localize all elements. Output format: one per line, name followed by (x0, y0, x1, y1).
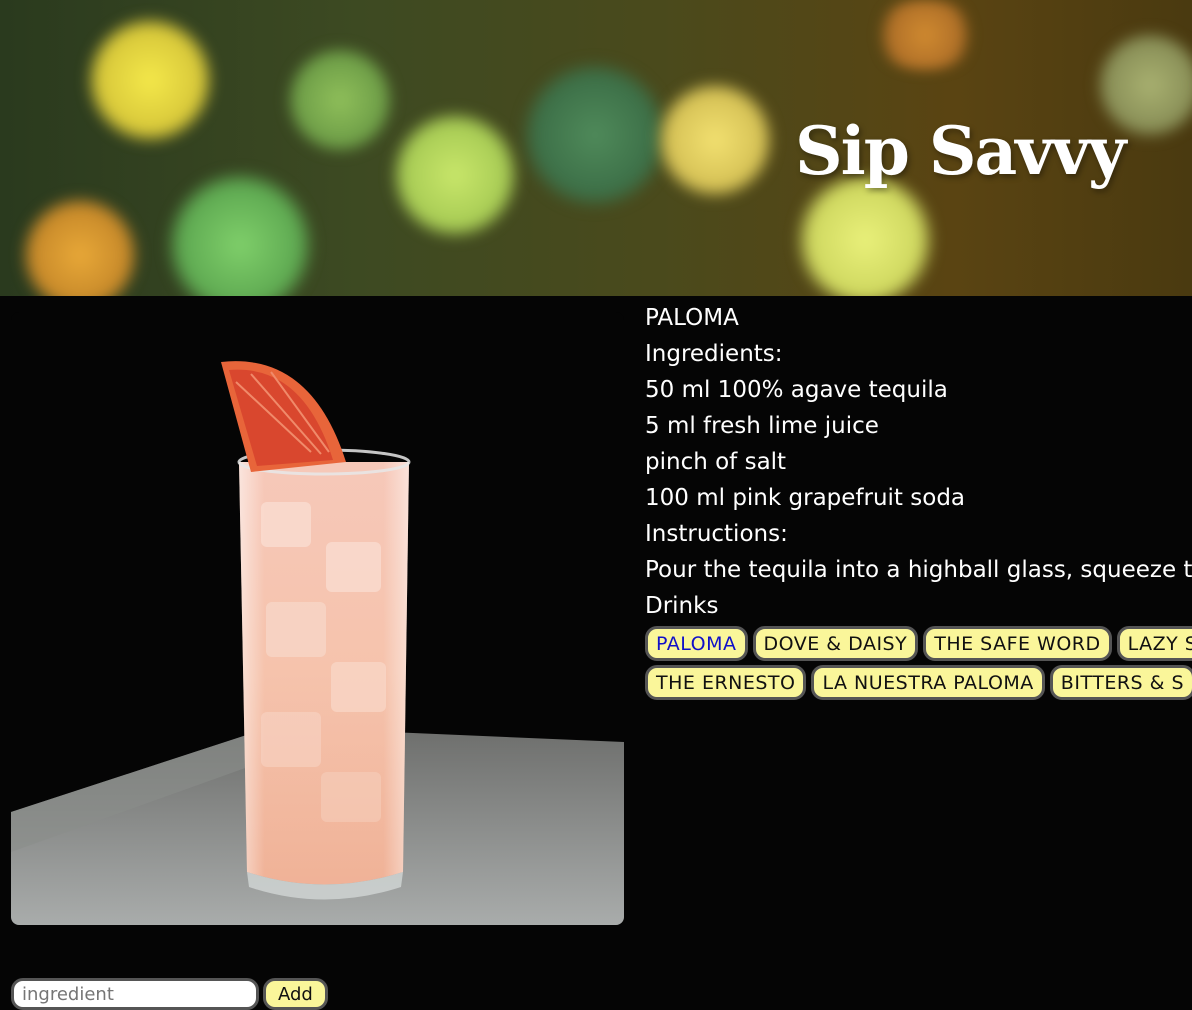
ingredients-heading: Ingredients: (645, 341, 783, 367)
drink-chip-the-ernesto[interactable]: THE ERNESTO (645, 665, 807, 700)
bokeh-light (20, 195, 140, 296)
drink-chip-lazy[interactable]: LAZY S (1116, 626, 1192, 661)
bokeh-light (285, 45, 395, 155)
instructions-text: Pour the tequila into a highball glass, … (645, 557, 1192, 583)
drink-photo (11, 312, 624, 925)
bokeh-light (870, 0, 980, 70)
ingredient-item: 100 ml pink grapefruit soda (645, 485, 966, 511)
drink-name: PALOMA (645, 305, 739, 331)
site-title: Sip Savvy (795, 112, 1126, 190)
drink-chip-paloma[interactable]: PALOMA (645, 626, 748, 661)
ingredient-item: 5 ml fresh lime juice (645, 413, 879, 439)
add-button[interactable]: Add (263, 978, 328, 1010)
header-banner: Sip Savvy (0, 0, 1192, 296)
instructions-heading: Instructions: (645, 521, 788, 547)
drink-chip-la-nuestra-paloma[interactable]: LA NUESTRA PALOMA (811, 665, 1045, 700)
bokeh-light (655, 80, 775, 200)
ingredient-item: pinch of salt (645, 449, 787, 475)
add-ingredient-form: Add (11, 978, 328, 1010)
drink-details: PALOMA Ingredients: 50 ml 100% agave teq… (645, 300, 1192, 704)
drink-chip-bitters[interactable]: BITTERS & S (1049, 665, 1192, 700)
drink-chip-row: THE ERNESTO LA NUESTRA PALOMA BITTERS & … (645, 665, 1192, 700)
drink-chip-dove-and-daisy[interactable]: DOVE & DAISY (752, 626, 919, 661)
paloma-glass-image (11, 312, 624, 925)
bokeh-light (790, 175, 940, 296)
ingredient-item: 50 ml 100% agave tequila (645, 377, 948, 403)
drink-chip-row: PALOMA DOVE & DAISY THE SAFE WORD LAZY S (645, 626, 1192, 661)
bokeh-light (390, 110, 520, 240)
ingredient-input[interactable] (11, 978, 259, 1010)
bokeh-light (520, 60, 670, 210)
bokeh-light (85, 15, 215, 145)
drink-chip-the-safe-word[interactable]: THE SAFE WORD (923, 626, 1112, 661)
bokeh-light (165, 170, 315, 296)
drinks-heading: Drinks (645, 593, 719, 619)
